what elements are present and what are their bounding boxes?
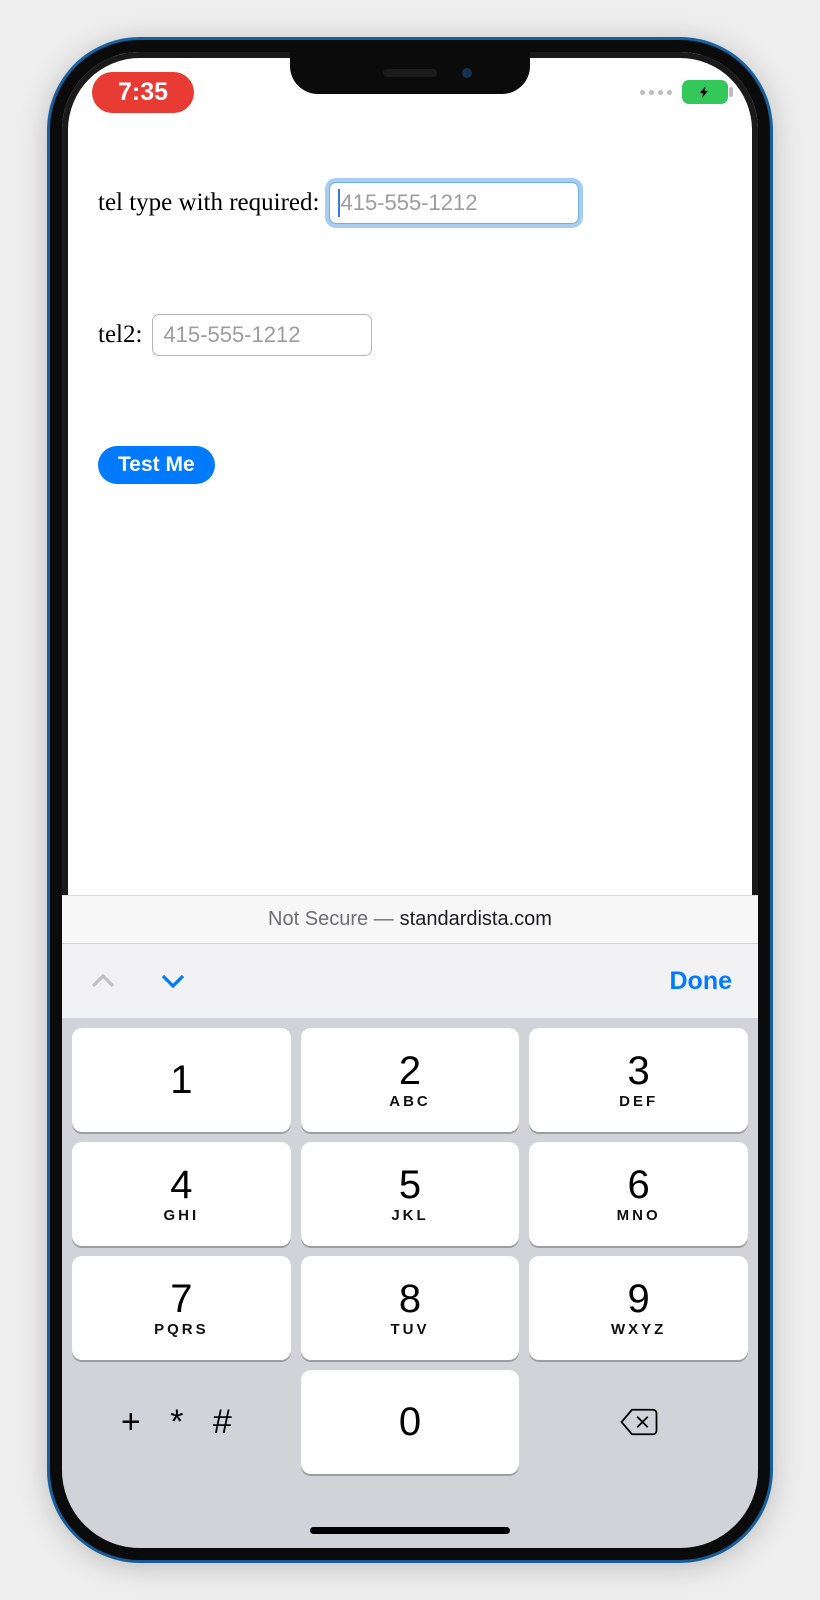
key-4[interactable]: 4GHI: [72, 1142, 291, 1246]
done-button[interactable]: Done: [670, 967, 733, 996]
key-1[interactable]: 1: [72, 1028, 291, 1132]
battery-charging-icon: [682, 80, 728, 104]
key-0[interactable]: 0: [301, 1370, 520, 1474]
next-field-icon[interactable]: [158, 966, 188, 996]
key-3[interactable]: 3DEF: [529, 1028, 748, 1132]
address-bar[interactable]: Not Secure — standardista.com: [62, 895, 758, 943]
phone-frame: 7:35 tel type with required: tel2: Test …: [50, 40, 770, 1560]
keyboard-accessory-bar: Done: [62, 943, 758, 1018]
side-button: [769, 472, 770, 622]
cellular-dots-icon: [640, 90, 672, 95]
tel2-label: tel2:: [98, 321, 142, 349]
backspace-key[interactable]: [529, 1370, 748, 1474]
tel1-input[interactable]: [329, 182, 579, 224]
key-5[interactable]: 5JKL: [301, 1142, 520, 1246]
side-button: [50, 312, 51, 366]
device-notch: [290, 52, 530, 94]
key-8[interactable]: 8TUV: [301, 1256, 520, 1360]
key-6[interactable]: 6MNO: [529, 1142, 748, 1246]
home-indicator[interactable]: [310, 1527, 510, 1534]
numeric-keypad: 1 2ABC 3DEF 4GHI 5JKL 6MNO 7PQRS 8TUV 9W…: [62, 1018, 758, 1548]
status-time-recording[interactable]: 7:35: [92, 72, 194, 113]
key-7[interactable]: 7PQRS: [72, 1256, 291, 1360]
tel1-label: tel type with required:: [98, 189, 319, 217]
key-9[interactable]: 9WXYZ: [529, 1256, 748, 1360]
side-button: [50, 532, 51, 627]
not-secure-label: Not Secure —: [268, 908, 394, 931]
prev-field-icon: [88, 966, 118, 996]
tel2-input[interactable]: [152, 314, 372, 356]
address-host: standardista.com: [400, 908, 552, 931]
side-button: [50, 412, 51, 507]
key-2[interactable]: 2ABC: [301, 1028, 520, 1132]
test-me-button[interactable]: Test Me: [98, 446, 215, 484]
page-content: tel type with required: tel2: Test Me: [62, 122, 758, 484]
key-symbols[interactable]: + * #: [72, 1370, 291, 1474]
backspace-icon: [618, 1401, 660, 1443]
